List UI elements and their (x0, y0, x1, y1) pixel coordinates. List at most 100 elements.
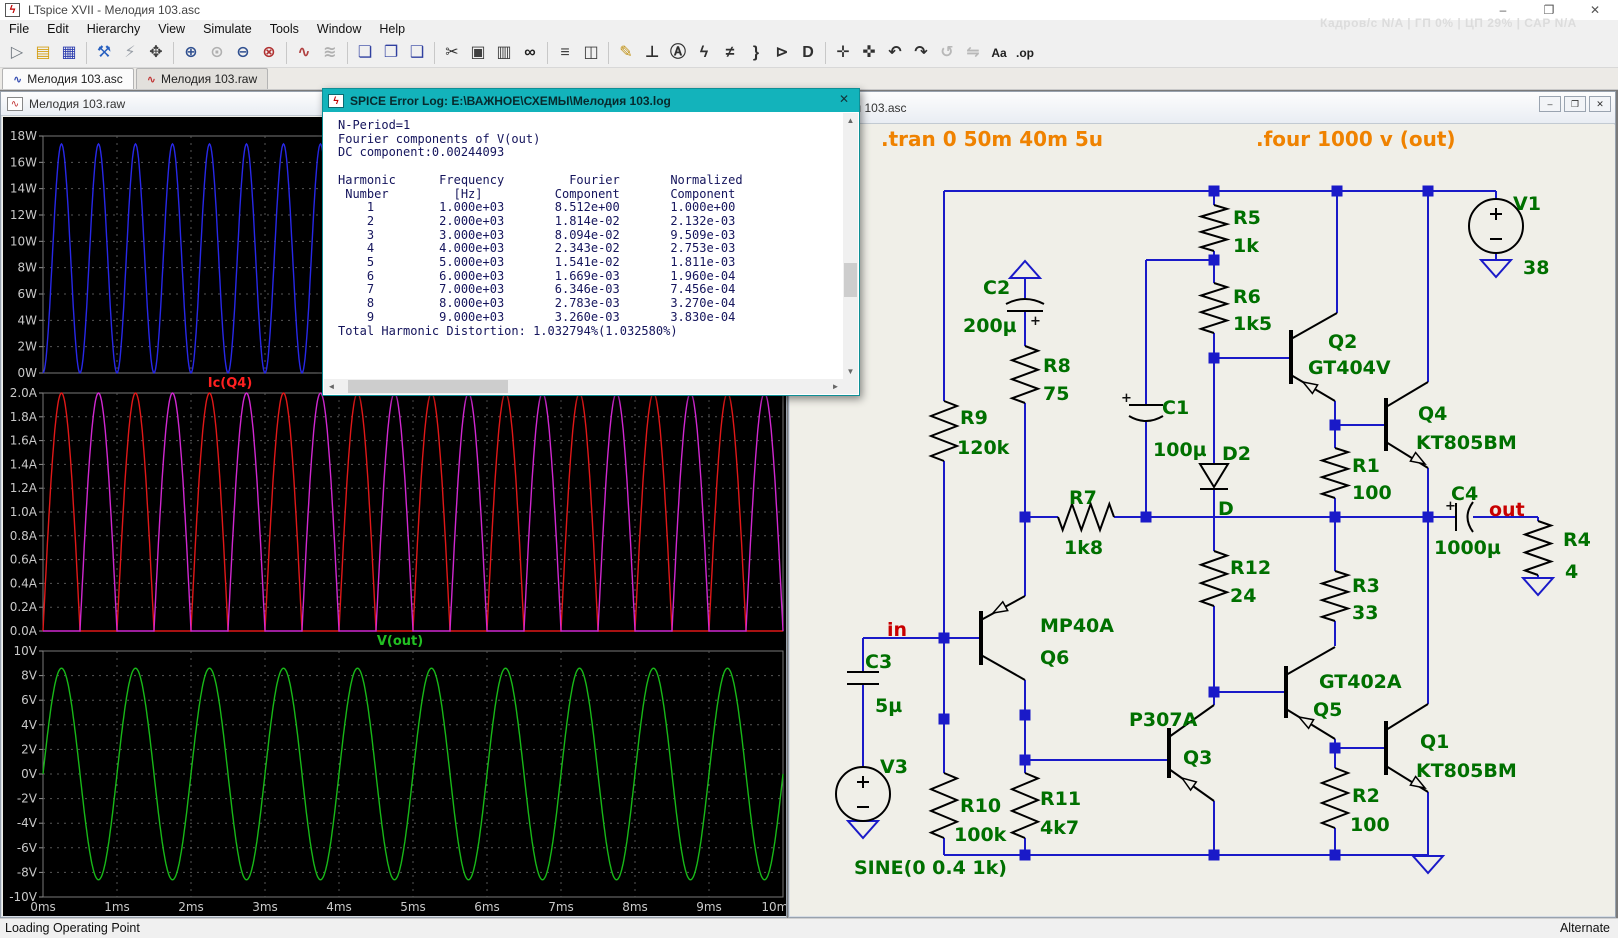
schematic-label[interactable]: 1k (1233, 235, 1259, 257)
schematic-label[interactable]: 5µ (875, 695, 902, 717)
pane-title[interactable]: V(out) (377, 634, 423, 649)
tile-horizontal-icon[interactable]: ❐ (379, 41, 403, 65)
schematic-label[interactable]: R7 (1069, 487, 1097, 509)
plot-pane-2[interactable]: 10V8V6V4V2V0V-2V-4V-6V-8V-10VV(out) (9, 634, 783, 904)
schematic-label[interactable]: 33 (1352, 602, 1378, 624)
menu-item-edit[interactable]: Edit (38, 20, 78, 39)
schematic-label[interactable]: V1 (1513, 193, 1541, 215)
resistor-icon[interactable]: ϟ (692, 41, 716, 65)
schematic-label[interactable]: C3 (865, 651, 892, 673)
schematic-label[interactable]: GT404V (1308, 357, 1391, 379)
inductor-icon[interactable]: } (744, 41, 768, 65)
schematic-labels[interactable]: +++.tran 0 50m 40m 5u.four 1000 v (out)R… (854, 127, 1591, 879)
save-icon[interactable]: ▦ (57, 41, 81, 65)
schematic-label[interactable]: V3 (880, 756, 908, 778)
schematic-label[interactable]: Q4 (1418, 403, 1447, 425)
ground-icon[interactable]: ⊥ (640, 41, 664, 65)
schematic-label[interactable]: in (887, 619, 907, 641)
schematic-label[interactable]: 100k (954, 824, 1007, 846)
cut-icon[interactable]: ✂ (440, 41, 464, 65)
schematic-label[interactable]: C4 (1451, 483, 1478, 505)
redo-icon[interactable]: ↷ (909, 41, 933, 65)
print-preview-icon[interactable]: ◫ (579, 41, 603, 65)
undo-icon[interactable]: ↶ (883, 41, 907, 65)
text-tool-icon[interactable]: Aa (987, 41, 1011, 65)
close-icon[interactable]: ✕ (1589, 96, 1611, 112)
halt-icon[interactable]: ⚡ (118, 41, 142, 65)
schematic-label[interactable]: R10 (960, 795, 1001, 817)
menu-item-tools[interactable]: Tools (261, 20, 308, 39)
schematic-label[interactable]: SINE(0 0.4 1k) (854, 857, 1007, 879)
label-net-icon[interactable]: Ⓐ (666, 41, 690, 65)
schematic-window-titlebar[interactable]: Мелодия 103.asc – ❐ ✕ (789, 92, 1615, 124)
wire-icon[interactable]: ✎ (614, 41, 638, 65)
menu-item-simulate[interactable]: Simulate (194, 20, 261, 39)
schematic-svg[interactable]: +++.tran 0 50m 40m 5u.four 1000 v (out)R… (791, 125, 1615, 916)
spice-directive[interactable]: .four 1000 v (out) (1256, 127, 1456, 151)
schematic-label[interactable]: Q1 (1420, 731, 1449, 753)
schematic-canvas[interactable]: +++.tran 0 50m 40m 5u.four 1000 v (out)R… (791, 125, 1615, 916)
schematic-label[interactable]: C2 (983, 277, 1010, 299)
scrollbar-thumb[interactable] (844, 263, 857, 297)
schematic-label[interactable]: R6 (1233, 286, 1261, 308)
schematic-label[interactable]: 1k8 (1064, 537, 1103, 559)
schematic-label[interactable]: 100 (1350, 814, 1390, 836)
schematic-label[interactable]: 200µ (963, 315, 1017, 337)
menu-item-file[interactable]: File (0, 20, 38, 39)
schematic-label[interactable]: MP40A (1040, 615, 1114, 637)
menu-item-view[interactable]: View (149, 20, 194, 39)
capacitor-icon[interactable]: ≠ (718, 41, 742, 65)
copy-icon[interactable]: ▣ (466, 41, 490, 65)
pane-title[interactable]: Ic(Q4) (208, 376, 253, 391)
schematic-label[interactable]: Q6 (1040, 647, 1069, 669)
schematic-label[interactable]: R5 (1233, 207, 1261, 229)
schematic-label[interactable]: R12 (1230, 557, 1271, 579)
schematic-label[interactable]: KT805BM (1416, 760, 1517, 782)
zoom-out-icon[interactable]: ⊖ (231, 41, 255, 65)
schematic-label[interactable]: 38 (1523, 257, 1549, 279)
vertical-scrollbar[interactable]: ▲ ▼ (843, 113, 858, 379)
schematic-label[interactable]: 100µ (1153, 439, 1207, 461)
schematic-label[interactable]: KT805BM (1416, 432, 1517, 454)
minimize-icon[interactable]: – (1539, 96, 1561, 112)
schematic-label[interactable]: 1k5 (1233, 313, 1272, 335)
schematic-label[interactable]: 4k7 (1040, 817, 1079, 839)
component-icon[interactable]: D (796, 41, 820, 65)
cascade-windows-icon[interactable]: ❑ (405, 41, 429, 65)
plot-pane-1[interactable]: 2.0A1.8A1.6A1.4A1.2A1.0A0.8A0.6A0.4A0.2A… (10, 376, 783, 638)
open-icon[interactable]: ▤ (31, 41, 55, 65)
move-icon[interactable]: ✛ (831, 41, 855, 65)
tile-vertical-icon[interactable]: ❏ (353, 41, 377, 65)
diode-icon[interactable]: ⊳ (770, 41, 794, 65)
find-icon[interactable]: ∞ (518, 41, 542, 65)
pan-icon[interactable]: ✥ (144, 41, 168, 65)
menu-item-help[interactable]: Help (370, 20, 414, 39)
schematic-label[interactable]: Q3 (1183, 747, 1212, 769)
print-icon[interactable]: ≡ (553, 41, 577, 65)
control-panel-icon[interactable]: ⚒ (92, 41, 116, 65)
tab-Мелодия 103.asc[interactable]: ∿Мелодия 103.asc (2, 68, 134, 89)
close-icon[interactable]: ✕ (1572, 0, 1618, 20)
schematic-label[interactable]: R9 (960, 407, 988, 429)
zoom-full-icon[interactable]: ⊗ (257, 41, 281, 65)
close-icon[interactable]: ✕ (835, 92, 853, 109)
scroll-left-icon[interactable]: ◄ (324, 379, 339, 394)
tab-Мелодия 103.raw[interactable]: ∿Мелодия 103.raw (136, 68, 268, 89)
schematic-label[interactable]: R4 (1563, 529, 1591, 551)
op-directive-icon[interactable]: .op (1013, 41, 1037, 65)
menu-item-hierarchy[interactable]: Hierarchy (78, 20, 150, 39)
schematic-label[interactable]: 1000µ (1434, 537, 1501, 559)
drag-icon[interactable]: ✜ (857, 41, 881, 65)
spice-analysis-icon[interactable]: ≋ (318, 41, 342, 65)
schematic-label[interactable]: 75 (1043, 383, 1069, 405)
schematic-label[interactable]: Q2 (1328, 331, 1357, 353)
scroll-right-icon[interactable]: ► (828, 379, 843, 394)
schematic-label[interactable]: C1 (1162, 397, 1189, 419)
zoom-in-icon[interactable]: ⊕ (179, 41, 203, 65)
menu-item-window[interactable]: Window (308, 20, 370, 39)
mirror-icon[interactable]: ⇋ (961, 41, 985, 65)
schematic-label[interactable]: R8 (1043, 355, 1071, 377)
schematic-label[interactable]: 120k (957, 437, 1010, 459)
schematic-label[interactable]: D (1218, 498, 1234, 520)
schematic-label[interactable]: R11 (1040, 788, 1081, 810)
